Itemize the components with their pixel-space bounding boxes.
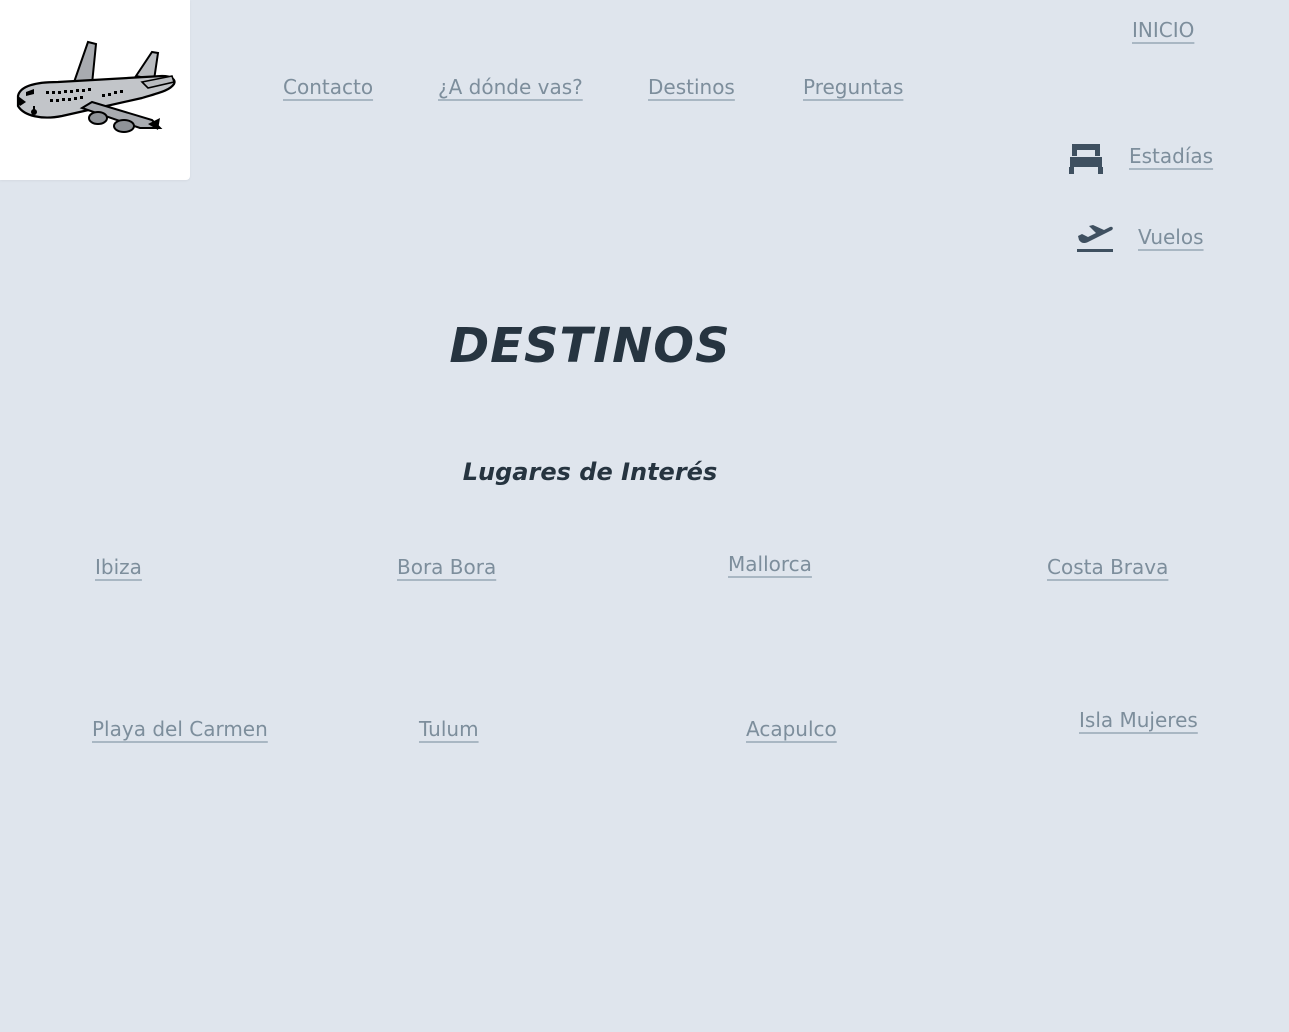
nav-preguntas[interactable]: Preguntas (803, 75, 903, 99)
place-ibiza[interactable]: Ibiza (95, 555, 142, 579)
nav-a-donde-vas[interactable]: ¿A dónde vas? (438, 75, 583, 99)
side-estadias[interactable]: Estadías (1129, 144, 1213, 168)
page-title: DESTINOS (449, 318, 731, 374)
plane-takeoff-icon[interactable] (1076, 222, 1114, 258)
side-vuelos[interactable]: Vuelos (1138, 225, 1204, 249)
place-isla-mujeres[interactable]: Isla Mujeres (1079, 708, 1198, 732)
place-playa-del-carmen[interactable]: Playa del Carmen (92, 717, 268, 741)
nav-inicio[interactable]: INICIO (1132, 18, 1194, 42)
airplane-logo-icon (16, 40, 176, 133)
place-tulum[interactable]: Tulum (419, 717, 479, 741)
place-mallorca[interactable]: Mallorca (728, 552, 812, 576)
nav-contacto[interactable]: Contacto (283, 75, 373, 99)
place-costa-brava[interactable]: Costa Brava (1047, 555, 1168, 579)
logo[interactable] (0, 0, 190, 180)
place-bora-bora[interactable]: Bora Bora (397, 555, 496, 579)
page-subtitle: Lugares de Interés (462, 458, 718, 486)
bed-icon[interactable] (1068, 142, 1104, 180)
nav-destinos[interactable]: Destinos (648, 75, 735, 99)
place-acapulco[interactable]: Acapulco (746, 717, 837, 741)
